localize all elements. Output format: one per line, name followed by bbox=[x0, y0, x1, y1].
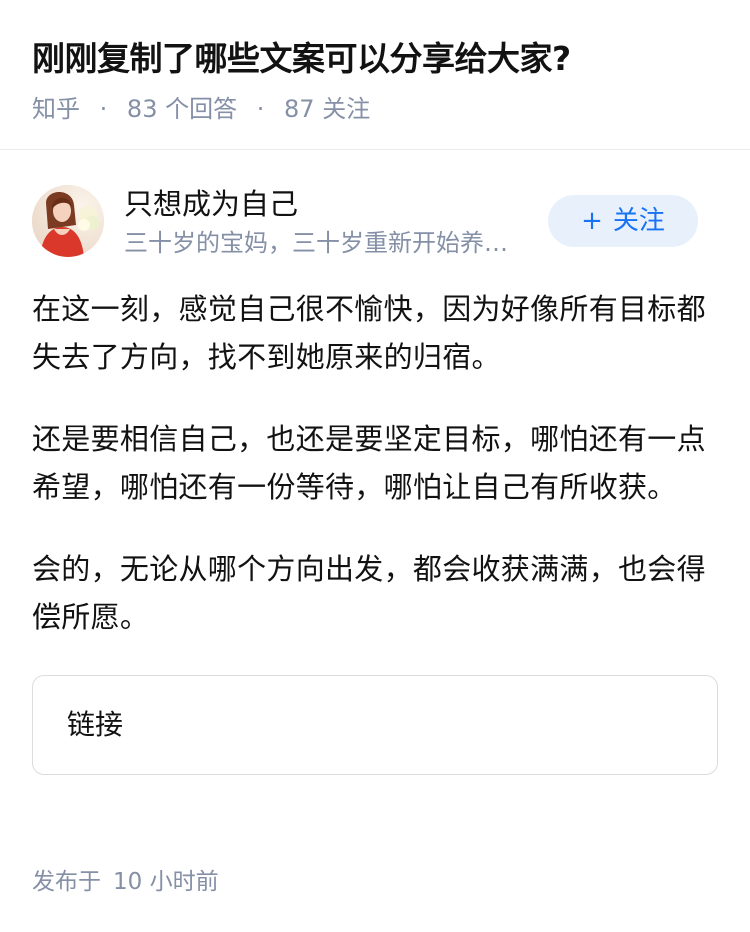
question-meta: 知乎 · 83 个回答 · 87 关注 bbox=[32, 93, 718, 125]
follow-button[interactable]: + 关注 bbox=[548, 195, 698, 247]
question-title[interactable]: 刚刚复制了哪些文案可以分享给大家? bbox=[32, 0, 718, 84]
published-label: 发布于 bbox=[32, 869, 101, 895]
author-name[interactable]: 只想成为自己 bbox=[124, 184, 298, 224]
avatar[interactable] bbox=[32, 185, 104, 257]
avatar-photo-icon bbox=[32, 185, 104, 257]
plus-icon: + bbox=[581, 206, 603, 236]
follow-count-label: 关注 bbox=[322, 95, 371, 123]
follow-button-label: 关注 bbox=[612, 206, 665, 236]
separator-dot: · bbox=[256, 95, 265, 123]
separator-dot: · bbox=[99, 95, 108, 123]
question-header: 刚刚复制了哪些文案可以分享给大家? 知乎 · 83 个回答 · 87 关注 bbox=[0, 0, 750, 150]
answer-page: 刚刚复制了哪些文案可以分享给大家? 知乎 · 83 个回答 · 87 关注 只想… bbox=[0, 0, 750, 932]
answer-count-label: 个回答 bbox=[165, 95, 238, 123]
answer-count: 83 bbox=[126, 95, 158, 123]
publish-time: 发布于 10 小时前 bbox=[32, 866, 219, 898]
published-time: 10 小时前 bbox=[113, 869, 219, 895]
source-label[interactable]: 知乎 bbox=[32, 95, 80, 123]
answer-paragraph: 会的，无论从哪个方向出发，都会收获满满，也会得偿所愿。 bbox=[32, 552, 706, 634]
answer-content: 在这一刻，感觉自己很不愉快，因为好像所有目标都失去了方向，找不到她原来的归宿。 … bbox=[0, 285, 750, 641]
link-card[interactable]: 链接 bbox=[32, 675, 718, 775]
link-card-label: 链接 bbox=[67, 708, 124, 741]
follow-count: 87 bbox=[284, 95, 315, 123]
author-bio: 三十岁的宝妈，三十岁重新开始养… bbox=[124, 229, 508, 257]
answer-paragraph: 还是要相信自己，也还是要坚定目标，哪怕还有一点希望，哪怕还有一份等待，哪怕让自己… bbox=[32, 422, 706, 504]
answer-paragraph: 在这一刻，感觉自己很不愉快，因为好像所有目标都失去了方向，找不到她原来的归宿。 bbox=[32, 292, 706, 374]
author-info: 只想成为自己 三十岁的宝妈，三十岁重新开始养… + 关注 bbox=[0, 150, 750, 270]
